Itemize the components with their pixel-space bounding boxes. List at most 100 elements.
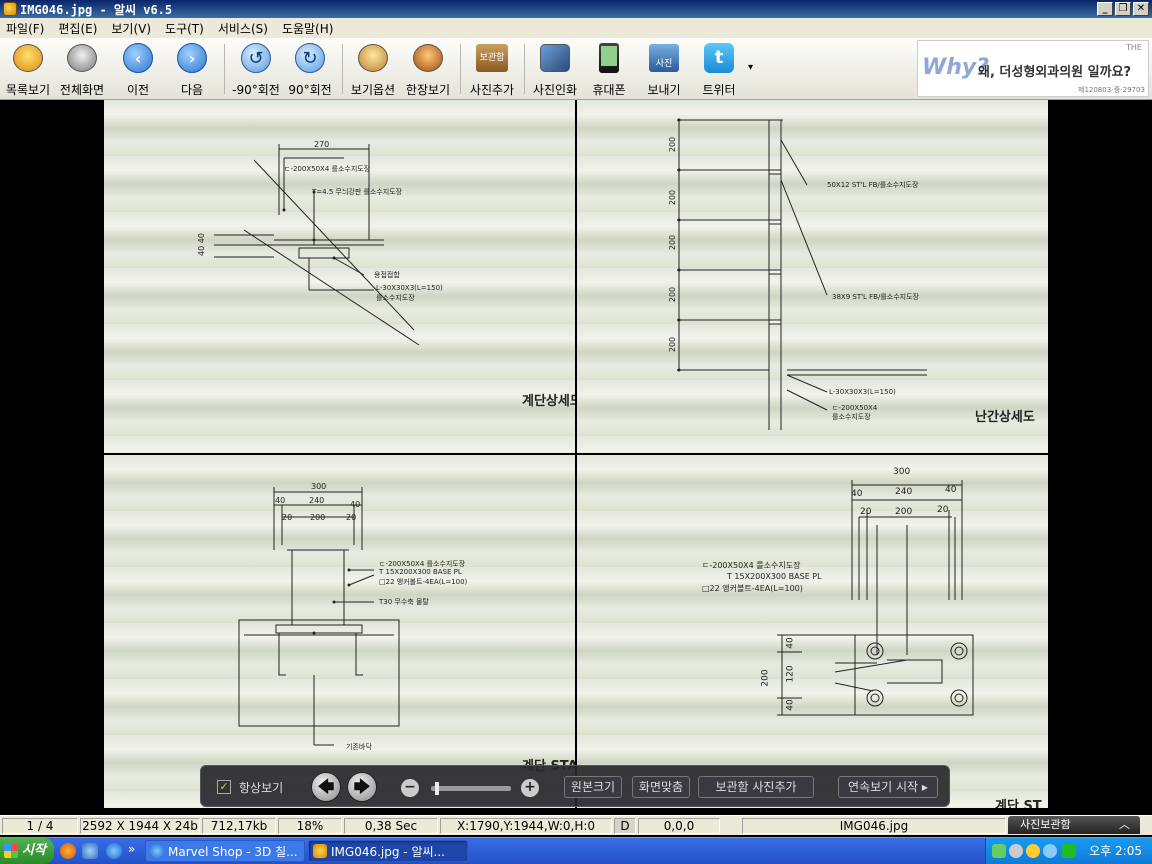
- stair-detail-lines: [214, 144, 420, 346]
- q3-dim-f: 20: [346, 513, 357, 522]
- always-show-checkbox[interactable]: ✓: [217, 780, 231, 794]
- album-add-button[interactable]: 보관함 사진추가: [698, 776, 814, 798]
- rotate-right-label: 90°회전: [288, 83, 332, 97]
- menu-bar: 파일(F) 편집(E) 보기(V) 도구(T) 서비스(S) 도움말(H): [0, 18, 1152, 38]
- image-viewer[interactable]: 270 ㄷ-200X50X4 를소수지도장 T=4.5 무늬강판 를소수지도장 …: [0, 100, 1152, 813]
- rotate-left-icon: ↺: [241, 43, 271, 73]
- zoom-in-button[interactable]: +: [521, 779, 539, 797]
- menu-file[interactable]: 파일(F): [6, 20, 44, 37]
- list-view-button[interactable]: 목록보기: [0, 42, 56, 98]
- status-flag: D: [614, 818, 636, 834]
- taskbar-item-alsee[interactable]: IMG046.jpg - 알씨...: [308, 840, 468, 862]
- fit-screen-button[interactable]: 화면맞춤: [632, 776, 690, 798]
- quicklaunch-more-icon[interactable]: »: [128, 842, 135, 856]
- q1-note-paint: 를소수지도장: [376, 294, 415, 302]
- single-view-button[interactable]: 한장보기: [400, 42, 456, 98]
- toolbar-more-icon[interactable]: ▾: [748, 62, 753, 73]
- toolbar-divider: [460, 44, 461, 94]
- next-label: 다음: [180, 83, 204, 97]
- ad-banner[interactable]: THE Why? 왜, 더성형외과의원 일까요? 제120803-중-29703: [917, 40, 1149, 97]
- tray-app-icon[interactable]: [1043, 844, 1057, 858]
- full-screen-button[interactable]: 전체화면: [54, 42, 110, 98]
- q3-dim-e: 200: [310, 513, 326, 522]
- rotate-left-button[interactable]: ↺ -90°회전: [228, 42, 284, 98]
- next-button[interactable]: › 다음: [164, 42, 220, 98]
- taskbar-item-marvel-shop[interactable]: Marvel Shop - 3D 칠...: [145, 840, 305, 862]
- q4-dim-v3: 40: [785, 699, 796, 711]
- tray-network-icon[interactable]: [992, 844, 1006, 858]
- ad-text: 왜, 더성형외과의원 일까요?: [978, 65, 1132, 80]
- phone-button[interactable]: 휴대폰: [581, 42, 637, 98]
- status-pixel-rgb: 0,0,0: [638, 818, 720, 834]
- q3-note-mortar: T30 무수축 몰탈: [379, 598, 429, 606]
- chevron-up-icon: ︿: [1119, 818, 1130, 831]
- prev-image-button[interactable]: 🡄: [311, 772, 341, 802]
- photo-album-tab[interactable]: 사진보관함 ︿: [1008, 816, 1140, 834]
- q3-dim-a: 40: [275, 496, 286, 505]
- q1-note-plate: T=4.5 무늬강판 를소수지도장: [312, 188, 403, 196]
- q2-dim-3: 200: [668, 234, 678, 251]
- prev-label: 이전: [126, 83, 150, 97]
- toolbar-divider: [342, 44, 343, 94]
- status-coordinates: X:1790,Y:1944,W:0,H:0: [440, 818, 612, 834]
- q1-dim-left: 40 40: [196, 233, 206, 256]
- add-photo-button[interactable]: 보관함 사진추가: [464, 42, 520, 98]
- q1-title: 계단상세도: [522, 394, 575, 409]
- rotate-right-button[interactable]: ↻ 90°회전: [282, 42, 338, 98]
- menu-edit[interactable]: 편집(E): [58, 20, 97, 37]
- menu-view[interactable]: 보기(V): [111, 20, 151, 37]
- menu-service[interactable]: 서비스(S): [218, 20, 268, 37]
- toolbar-divider: [224, 44, 225, 94]
- original-size-button[interactable]: 원본크기: [564, 776, 622, 798]
- slideshow-button[interactable]: 연속보기 시작 ▸: [838, 776, 938, 798]
- railing-detail-lines: [677, 118, 927, 430]
- next-image-button[interactable]: 🡆: [347, 772, 377, 802]
- quicklaunch-media-icon[interactable]: [82, 843, 98, 859]
- title-bar: IMG046.jpg - 알씨 v6.5 _ ❐ ✕: [0, 0, 1152, 18]
- windows-taskbar: 시작 » Marvel Shop - 3D 칠... IMG046.jpg - …: [0, 837, 1152, 864]
- ad-brand: THE: [1126, 43, 1142, 52]
- quicklaunch-ie-icon[interactable]: [106, 843, 122, 859]
- prev-button[interactable]: ‹ 이전: [110, 42, 166, 98]
- base-section-lines: [238, 487, 400, 746]
- q3-dim-total: 300: [311, 482, 327, 491]
- menu-help[interactable]: 도움말(H): [282, 20, 334, 37]
- zoom-out-button[interactable]: −: [401, 779, 419, 797]
- start-button[interactable]: 시작: [0, 838, 54, 864]
- alsee-app-icon[interactable]: [3, 2, 17, 16]
- single-view-label: 한장보기: [405, 83, 451, 97]
- minimize-button[interactable]: _: [1097, 2, 1113, 16]
- q1-note-angle: L-30X30X3(L=150): [376, 284, 443, 292]
- maximize-button[interactable]: ❐: [1115, 2, 1131, 16]
- q4-note-channel: ㄷ-200X50X4 를소수지도장: [702, 561, 801, 570]
- q4-dim-total: 300: [893, 467, 911, 477]
- print-photo-button[interactable]: 사진인화: [527, 42, 583, 98]
- send-button[interactable]: 사진 보내기: [636, 42, 692, 98]
- q2-dim-1: 200: [668, 136, 678, 153]
- view-options-button[interactable]: 보기옵션: [345, 42, 401, 98]
- tray-alert-icon[interactable]: [1026, 844, 1040, 858]
- taskbar-item-label: IMG046.jpg - 알씨...: [331, 845, 445, 859]
- q1-dim-top: 270: [314, 140, 330, 149]
- rotate-left-label: -90°회전: [232, 83, 280, 97]
- taskbar-clock[interactable]: 오후 2:05: [1089, 838, 1142, 864]
- q4-dim-v1: 40: [785, 637, 796, 649]
- photo-canvas: 270 ㄷ-200X50X4 를소수지도장 T=4.5 무늬강판 를소수지도장 …: [104, 100, 1048, 810]
- zoom-slider-thumb[interactable]: [435, 782, 439, 795]
- mobile-phone-icon: [593, 42, 625, 74]
- tray-volume-icon[interactable]: [1009, 844, 1023, 858]
- drawing-base-section: 300 40 240 40 20 200 20 ㄷ-200X50X4 를소수지도…: [104, 455, 575, 808]
- zoom-slider[interactable]: [431, 782, 511, 795]
- list-view-icon: [12, 42, 44, 74]
- twitter-icon: t: [703, 42, 735, 74]
- quicklaunch-browser-icon[interactable]: [60, 843, 76, 859]
- menu-tools[interactable]: 도구(T): [165, 20, 204, 37]
- close-button[interactable]: ✕: [1133, 2, 1149, 16]
- drawing-base-plan: 300 40 240 40 20 200 20 ㄷ-200X50X4 를소수지도…: [577, 455, 1048, 808]
- tray-security-icon[interactable]: [1062, 844, 1076, 858]
- add-photo-label: 사진추가: [469, 83, 515, 97]
- drawing-railing-detail: 200 200 200 200 200 50X12 ST'L FB/를소수지도장…: [577, 100, 1048, 453]
- twitter-button[interactable]: t 트위터: [691, 42, 747, 98]
- q2-note-paint: 를소수지도장: [832, 413, 871, 421]
- q2-dim-4: 200: [668, 286, 678, 303]
